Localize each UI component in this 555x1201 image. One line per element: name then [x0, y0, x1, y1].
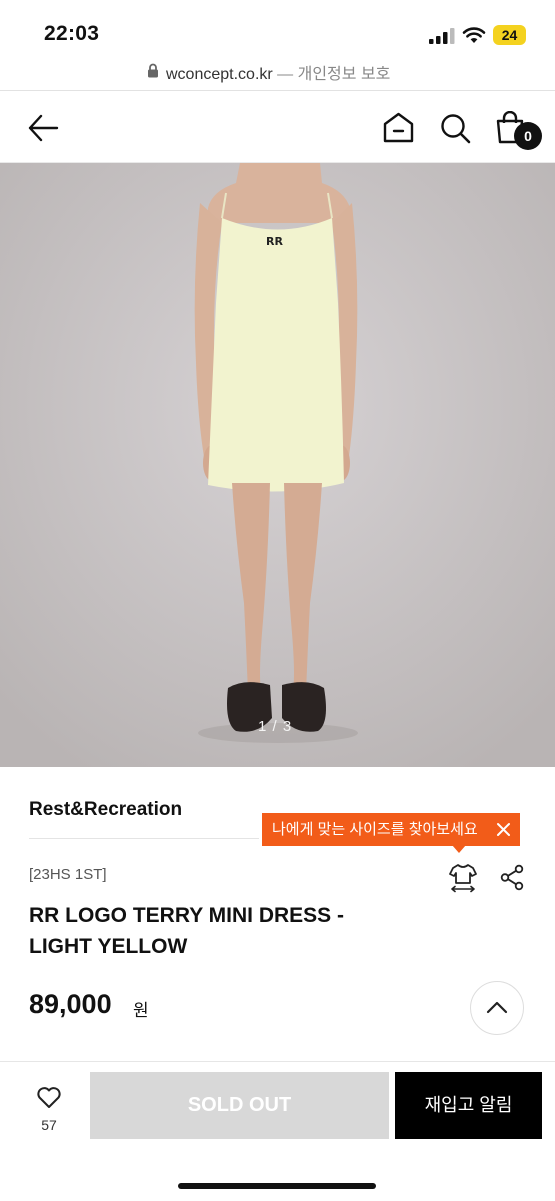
heart-icon[interactable]	[36, 1086, 62, 1109]
scroll-to-top-button[interactable]	[470, 981, 524, 1035]
url-domain: wconcept.co.kr	[166, 66, 273, 83]
product-title-line-2: LIGHT YELLOW	[29, 935, 188, 958]
close-icon[interactable]	[495, 821, 512, 838]
brand-name[interactable]: Rest&Recreation	[29, 799, 182, 821]
back-arrow-icon[interactable]	[27, 113, 59, 143]
status-time: 22:03	[44, 22, 100, 45]
url-text[interactable]: wconcept.co.kr — 개인정보 보호	[166, 60, 390, 84]
price-currency: 원	[133, 1001, 149, 1020]
like-count: 57	[41, 1117, 57, 1133]
home-icon[interactable]	[383, 112, 414, 143]
lock-icon	[148, 63, 158, 78]
product-image[interactable]: RR	[0, 163, 555, 767]
battery-indicator: 24	[493, 25, 526, 45]
product-photo-illustration: RR	[0, 163, 555, 767]
cellular-signal-icon	[429, 28, 455, 44]
image-counter: 1 / 3	[258, 718, 293, 735]
tooltip-arrow	[452, 845, 466, 853]
cart-count-badge: 0	[514, 122, 542, 150]
divider	[29, 838, 259, 839]
svg-text:RR: RR	[266, 235, 283, 248]
search-icon[interactable]	[440, 113, 471, 144]
url-privacy-label: — 개인정보 보호	[277, 66, 391, 83]
size-guide-icon[interactable]	[449, 863, 477, 893]
product-title-line-1: RR LOGO TERRY MINI DRESS -	[29, 904, 345, 927]
season-code: [23HS 1ST]	[29, 866, 107, 883]
wifi-icon	[462, 27, 486, 43]
restock-alert-button[interactable]: 재입고 알림	[395, 1072, 542, 1139]
chevron-up-icon	[486, 1001, 508, 1014]
home-indicator[interactable]	[178, 1183, 376, 1189]
product-price: 89,000	[29, 989, 112, 1019]
size-finder-tooltip-text: 나에게 맞는 사이즈를 찾아보세요	[272, 821, 478, 838]
site-header	[0, 92, 555, 163]
size-finder-tooltip[interactable]: 나에게 맞는 사이즈를 찾아보세요	[262, 813, 520, 846]
product-title: RR LOGO TERRY MINI DRESS - LIGHT YELLOW	[29, 900, 429, 962]
share-icon[interactable]	[499, 864, 525, 891]
sold-out-button[interactable]: SOLD OUT	[90, 1072, 389, 1139]
